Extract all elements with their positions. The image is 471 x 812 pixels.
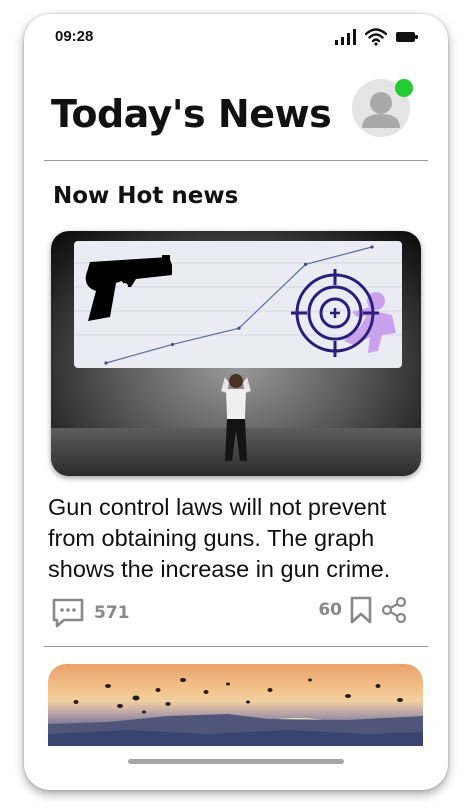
online-status-dot xyxy=(395,79,413,97)
status-icons xyxy=(334,28,418,46)
bookmark-icon[interactable] xyxy=(350,596,372,624)
bookmark-count: 60 xyxy=(318,600,342,620)
graph-point-3 xyxy=(303,262,308,266)
crosshair-target-icon xyxy=(291,269,379,357)
article-headline[interactable]: Gun control laws will not prevent from o… xyxy=(48,492,438,585)
status-bar: 09:28 xyxy=(24,14,448,58)
bookmark-share-meta: 60 xyxy=(318,596,408,624)
graph-point-2 xyxy=(237,326,241,330)
phone-frame: 09:28 Today's News Now Hot news Gun cont… xyxy=(24,14,448,790)
image-graph-board xyxy=(74,241,402,368)
person-figure xyxy=(221,374,251,461)
section-title: Now Hot news xyxy=(53,183,239,209)
header-divider xyxy=(44,160,428,161)
home-indicator[interactable] xyxy=(128,759,344,764)
comment-icon[interactable] xyxy=(52,598,84,628)
graph-point-4 xyxy=(370,245,374,249)
news-card-image[interactable] xyxy=(51,231,421,476)
page-title: Today's News xyxy=(51,92,332,136)
signal-icon xyxy=(335,29,356,45)
comment-count: 571 xyxy=(94,603,130,623)
status-time: 09:28 xyxy=(55,28,94,45)
graph-point-0 xyxy=(104,361,108,365)
comment-meta[interactable]: 571 xyxy=(52,598,130,628)
card-divider xyxy=(44,646,428,647)
share-icon[interactable] xyxy=(380,596,408,624)
news-card-image-2[interactable] xyxy=(48,664,423,746)
graph-point-1 xyxy=(170,342,175,347)
battery-icon xyxy=(396,32,418,42)
wifi-icon xyxy=(365,28,387,46)
